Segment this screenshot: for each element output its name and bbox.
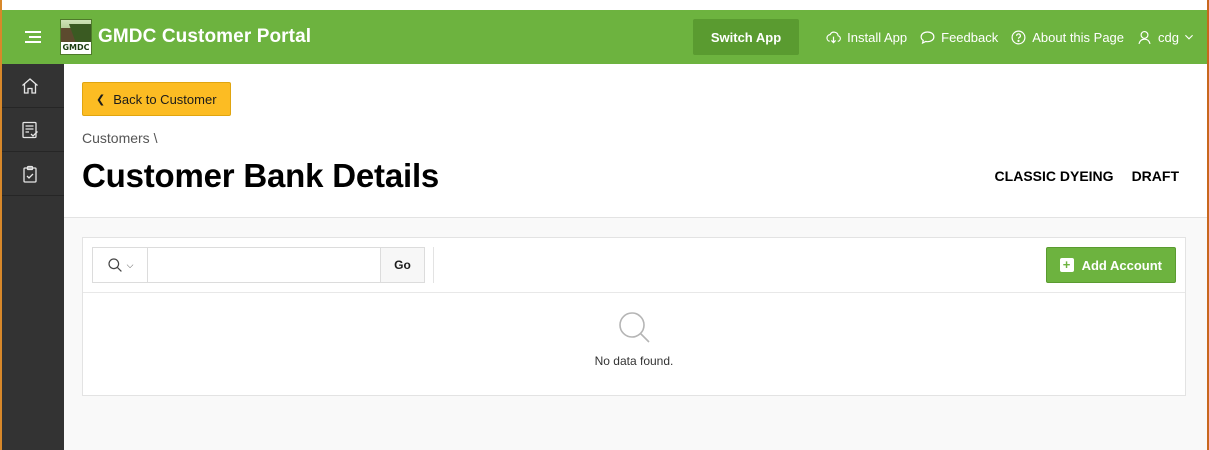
- user-menu[interactable]: cdg: [1136, 29, 1195, 46]
- user-icon: [1138, 30, 1151, 44]
- title-region: ❮ Back to Customer Customers \ Customer …: [64, 64, 1207, 218]
- chevron-down-icon: ⌵: [126, 259, 134, 270]
- checklist-icon: [22, 121, 38, 138]
- cloud-download-icon: [826, 31, 842, 43]
- app-header: GMDC GMDC Customer Portal Switch App Ins…: [2, 10, 1207, 64]
- main-content: ❮ Back to Customer Customers \ Customer …: [64, 64, 1207, 450]
- chevron-left-icon: ❮: [96, 93, 106, 106]
- switch-app-button[interactable]: Switch App: [692, 19, 800, 55]
- title-tags: CLASSIC DYEING DRAFT: [995, 168, 1179, 184]
- about-label: About this Page: [1032, 29, 1125, 45]
- app-title[interactable]: GMDC Customer Portal: [98, 26, 311, 48]
- install-app-label: Install App: [847, 29, 908, 45]
- no-data-message: No data found.: [83, 294, 1185, 397]
- back-to-customer-button[interactable]: ❮ Back to Customer: [82, 82, 231, 116]
- sidebar: [2, 64, 64, 450]
- search-input[interactable]: [148, 248, 380, 282]
- header-nav: Switch App Install App Feedback About th…: [692, 10, 1207, 64]
- sidebar-item-clipboard[interactable]: [2, 152, 64, 196]
- search-icon: [107, 258, 122, 272]
- plus-icon: +: [1059, 258, 1074, 272]
- report-toolbar: ⌵ Go + Add Account: [83, 238, 1185, 293]
- page-title: Customer Bank Details: [82, 157, 440, 194]
- install-app-link[interactable]: Install App: [825, 29, 907, 46]
- chat-bubble-icon: [920, 30, 935, 44]
- user-name: cdg: [1158, 29, 1179, 45]
- search-bar: ⌵ Go: [92, 247, 425, 283]
- search-column-toggle[interactable]: ⌵: [93, 248, 148, 282]
- search-icon: [619, 312, 650, 343]
- back-button-label: Back to Customer: [113, 91, 217, 107]
- add-account-button[interactable]: + Add Account: [1045, 247, 1176, 283]
- bank-details-report: ⌵ Go + Add Account No data found.: [82, 237, 1186, 396]
- sidebar-item-home[interactable]: [2, 64, 64, 108]
- gmdc-logo[interactable]: GMDC: [60, 19, 92, 55]
- toolbar-divider: [433, 247, 434, 283]
- go-button[interactable]: Go: [380, 248, 424, 282]
- add-account-label: Add Account: [1081, 257, 1162, 273]
- help-circle-icon: [1011, 30, 1026, 44]
- chevron-down-icon: [1185, 34, 1193, 40]
- home-icon: [22, 77, 38, 94]
- clipboard-check-icon: [23, 165, 37, 183]
- customer-name-label: CLASSIC DYEING: [994, 168, 1114, 184]
- logo-text: GMDC: [61, 42, 91, 54]
- status-label: DRAFT: [1131, 168, 1179, 184]
- sidebar-item-checklist[interactable]: [2, 108, 64, 152]
- top-strip: [0, 0, 1209, 10]
- hamburger-icon: [25, 31, 41, 43]
- feedback-link[interactable]: Feedback: [919, 29, 998, 46]
- about-page-link[interactable]: About this Page: [1010, 29, 1124, 46]
- no-data-text: No data found.: [594, 354, 674, 368]
- feedback-label: Feedback: [941, 29, 999, 45]
- breadcrumb[interactable]: Customers \: [82, 130, 157, 146]
- menu-toggle-button[interactable]: [2, 10, 64, 64]
